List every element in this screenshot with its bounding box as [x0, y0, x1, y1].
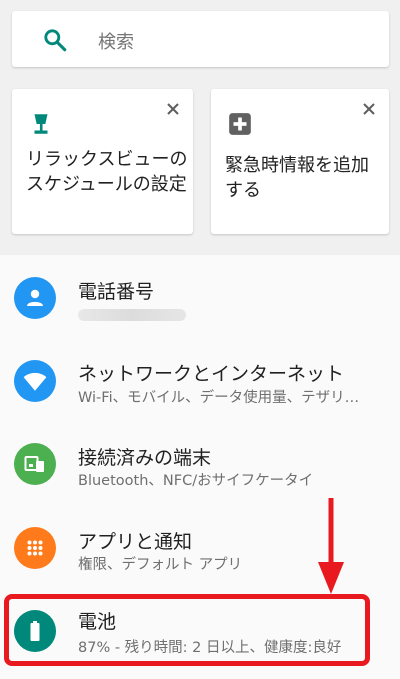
lamp-icon	[34, 114, 48, 134]
settings-item-subtitle: 権限、デフォルト アプリ	[78, 557, 243, 573]
settings-item-subtitle: Wi-Fi、モバイル、データ使用量、テザリ…	[78, 390, 360, 406]
search-bar[interactable]: 検索	[12, 11, 389, 67]
settings-item-title: 電話番号	[78, 281, 155, 303]
settings-item-connected-devices[interactable]: 接続済みの端末 Bluetooth、NFC/おサイフケータイ	[0, 423, 400, 507]
settings-item-phone-number[interactable]: 電話番号	[0, 255, 400, 339]
settings-item-title: ネットワークとインターネット	[78, 363, 345, 385]
suggestion-text: リラックスビューのスケジュールの設定	[26, 149, 188, 195]
settings-item-subtitle: Bluetooth、NFC/おサイフケータイ	[78, 473, 314, 489]
close-icon[interactable]	[163, 99, 183, 119]
highlight-box	[4, 594, 370, 666]
person-icon	[14, 277, 56, 319]
arrow-down-icon	[318, 498, 344, 594]
close-icon[interactable]	[359, 99, 379, 119]
settings-item-network[interactable]: ネットワークとインターネット Wi-Fi、モバイル、データ使用量、テザリ…	[0, 339, 400, 423]
search-icon	[44, 29, 67, 52]
wifi-icon	[14, 360, 56, 402]
apps-icon	[14, 527, 56, 569]
suggestion-text: 緊急時情報を追加する	[225, 155, 369, 201]
redacted-phone-number	[78, 309, 186, 321]
settings-item-title: 接続済みの端末	[78, 447, 212, 469]
devices-icon	[14, 443, 56, 485]
plus-box-icon	[229, 113, 251, 135]
suggestion-card-emergency-info[interactable]: 緊急時情報を追加する	[211, 89, 389, 234]
settings-item-title: アプリと通知	[78, 531, 193, 553]
suggestion-card-relax-view[interactable]: リラックスビューのスケジュールの設定	[12, 89, 193, 234]
search-placeholder: 検索	[98, 32, 134, 53]
